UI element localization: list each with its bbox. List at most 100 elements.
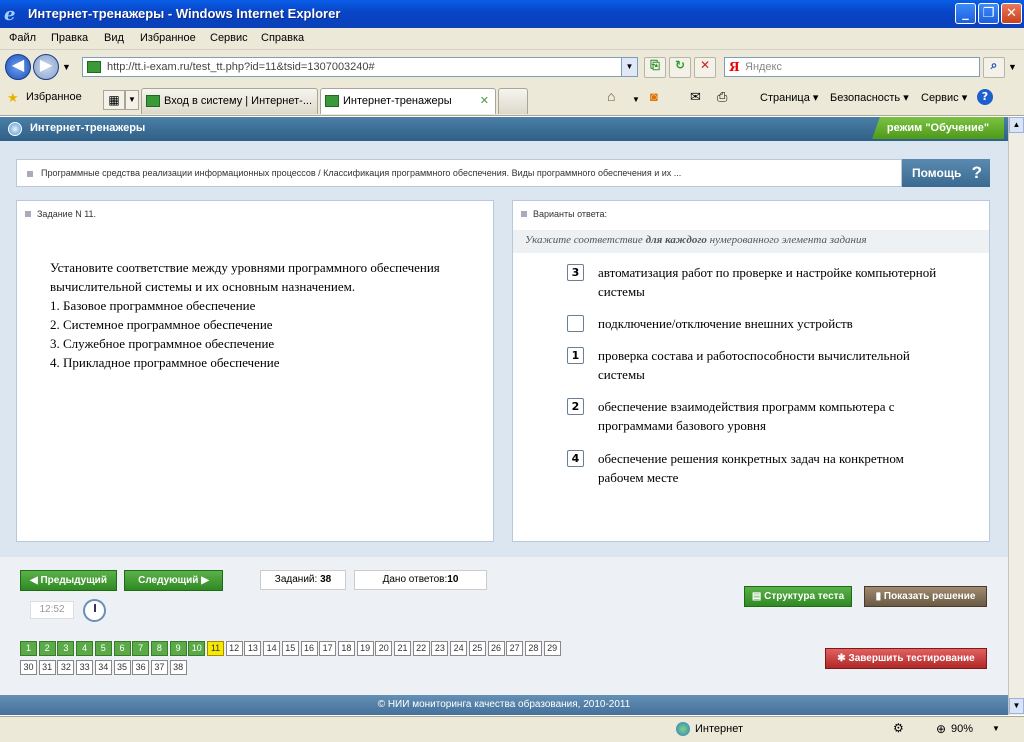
question-number-5[interactable]: 5 (94, 641, 112, 656)
print-icon[interactable]: ⎙ (717, 89, 727, 105)
search-icon[interactable]: ⌕ (983, 57, 1005, 78)
question-number-34[interactable]: 34 (94, 660, 112, 675)
help-button[interactable]: Помощь ? (902, 159, 990, 187)
help-icon[interactable]: ? (977, 89, 993, 105)
next-label: Следующий (138, 575, 199, 586)
answer-input[interactable]: 2 (567, 398, 584, 415)
answered-value: 10 (447, 574, 459, 585)
scroll-down-icon[interactable]: ▼ (1009, 698, 1024, 714)
stop-icon[interactable]: ✕ (694, 57, 716, 78)
new-tab-button[interactable] (498, 88, 528, 114)
question-number-11[interactable]: 11 (207, 641, 224, 656)
answer-input[interactable]: 1 (567, 347, 584, 364)
tasks-label: Заданий: (274, 574, 318, 585)
menu-help[interactable]: Справка (261, 32, 304, 44)
question-number-2[interactable]: 2 (38, 641, 56, 656)
page-menu[interactable]: Страница ▾ (760, 91, 818, 104)
tab-trainers[interactable]: Интернет-тренажеры ✕ (320, 88, 496, 114)
forward-button[interactable]: ▶ (33, 54, 59, 80)
menu-tools[interactable]: Сервис (210, 32, 248, 44)
question-number-33[interactable]: 33 (76, 660, 94, 675)
question-number-28[interactable]: 28 (524, 641, 542, 656)
search-dropdown-icon[interactable]: ▼ (1008, 62, 1017, 72)
question-number-27[interactable]: 27 (506, 641, 524, 656)
compatibility-icon[interactable]: ⎘ (644, 57, 666, 78)
answer-input[interactable]: 4 (567, 450, 584, 467)
question-number-23[interactable]: 23 (431, 641, 449, 656)
protected-mode-icon[interactable]: ⚙ (893, 721, 904, 735)
history-dropdown-icon[interactable]: ▼ (62, 62, 71, 72)
minimize-button[interactable]: _ (955, 3, 976, 24)
refresh-icon[interactable]: ↻ (669, 57, 691, 78)
question-number-25[interactable]: 25 (468, 641, 486, 656)
security-menu-label: Безопасность (830, 92, 901, 104)
question-number-15[interactable]: 15 (281, 641, 299, 656)
address-field[interactable]: http://tt.i-exam.ru/test_tt.php?id=11&ts… (82, 57, 638, 77)
question-number-22[interactable]: 22 (412, 641, 430, 656)
question-number-29[interactable]: 29 (543, 641, 561, 656)
back-button[interactable]: ◀ (5, 54, 31, 80)
question-number-19[interactable]: 19 (356, 641, 374, 656)
answer-input[interactable]: 3 (567, 264, 584, 281)
question-number-7[interactable]: 7 (132, 641, 150, 656)
tools-menu[interactable]: Сервис ▾ (921, 91, 967, 104)
zoom-dropdown-icon[interactable]: ▼ (992, 724, 1000, 733)
favorites-label[interactable]: Избранное (26, 91, 82, 103)
app-logo-icon (8, 122, 22, 136)
show-solution-button[interactable]: ▮ Показать решение (864, 586, 987, 607)
menu-view[interactable]: Вид (104, 32, 124, 44)
maximize-button[interactable]: ❐ (978, 3, 999, 24)
tab-close-icon[interactable]: ✕ (480, 94, 489, 107)
answers-header: Варианты ответа: (521, 209, 607, 219)
home-dropdown-icon[interactable]: ▼ (632, 95, 640, 104)
question-number-6[interactable]: 6 (113, 641, 131, 656)
security-menu[interactable]: Безопасность ▾ (830, 91, 909, 104)
question-number-8[interactable]: 8 (150, 641, 168, 656)
tab-list-dropdown-icon[interactable]: ▼ (125, 90, 139, 110)
question-number-32[interactable]: 32 (57, 660, 75, 675)
question-number-31[interactable]: 31 (38, 660, 56, 675)
tab-login[interactable]: Вход в систему | Интернет-... (141, 88, 318, 114)
quick-tabs-icon[interactable]: ▦ (103, 90, 125, 110)
question-number-35[interactable]: 35 (113, 660, 131, 675)
address-dropdown-icon[interactable]: ▼ (621, 58, 637, 76)
question-number-10[interactable]: 10 (188, 641, 206, 656)
question-number-20[interactable]: 20 (375, 641, 393, 656)
home-icon[interactable]: ⌂ (607, 88, 615, 104)
close-button[interactable]: ✕ (1001, 3, 1022, 24)
question-number-17[interactable]: 17 (319, 641, 337, 656)
zoom-icon[interactable]: ⊕ (936, 722, 946, 736)
app-header: Интернет-тренажеры (0, 117, 1008, 141)
question-number-37[interactable]: 37 (150, 660, 168, 675)
question-number-36[interactable]: 36 (132, 660, 150, 675)
question-number-14[interactable]: 14 (263, 641, 281, 656)
favorites-star-icon[interactable]: ★ (7, 90, 19, 106)
next-button[interactable]: Следующий ▶ (124, 570, 223, 591)
question-number-26[interactable]: 26 (487, 641, 505, 656)
question-number-16[interactable]: 16 (300, 641, 318, 656)
question-number-30[interactable]: 30 (20, 660, 37, 675)
question-number-12[interactable]: 12 (225, 641, 243, 656)
question-number-24[interactable]: 24 (450, 641, 468, 656)
question-number-1[interactable]: 1 (20, 641, 37, 656)
question-number-21[interactable]: 21 (394, 641, 411, 656)
answer-input[interactable] (567, 315, 584, 332)
finish-button[interactable]: ✱ Завершить тестирование (825, 648, 987, 669)
feeds-icon[interactable]: ◙ (650, 89, 658, 104)
structure-button[interactable]: ▤ Структура теста (744, 586, 852, 607)
mail-icon[interactable]: ✉ (690, 89, 701, 105)
prev-button[interactable]: ◀ Предыдущий (20, 570, 117, 591)
question-number-4[interactable]: 4 (76, 641, 94, 656)
menu-favorites[interactable]: Избранное (140, 32, 196, 44)
search-input[interactable]: Я Яндекс (724, 57, 980, 77)
zoom-level[interactable]: 90% (951, 723, 973, 735)
question-number-3[interactable]: 3 (57, 641, 75, 656)
question-number-9[interactable]: 9 (169, 641, 187, 656)
menu-edit[interactable]: Правка (51, 32, 88, 44)
question-number-38[interactable]: 38 (169, 660, 187, 675)
question-number-18[interactable]: 18 (337, 641, 355, 656)
vertical-scrollbar[interactable]: ▲ ▼ (1008, 117, 1024, 715)
menu-file[interactable]: Файл (9, 32, 36, 44)
scroll-up-icon[interactable]: ▲ (1009, 117, 1024, 133)
question-number-13[interactable]: 13 (244, 641, 262, 656)
